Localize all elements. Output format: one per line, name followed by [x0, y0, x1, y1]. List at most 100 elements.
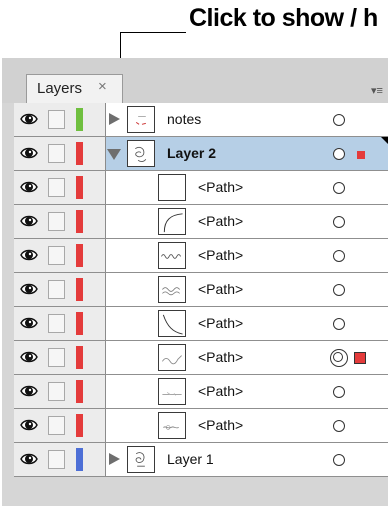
path-name[interactable]: <Path> [198, 417, 243, 433]
lock-toggle[interactable] [48, 348, 65, 367]
target-circle-icon[interactable] [333, 216, 345, 228]
layer-color-swatch [76, 414, 83, 437]
path-row[interactable]: <Path> [14, 409, 388, 443]
thumbnail-icon [158, 276, 186, 303]
lock-toggle[interactable] [48, 314, 65, 333]
row-toggle-column [14, 205, 106, 238]
path-name[interactable]: <Path> [198, 179, 243, 195]
layer-color-swatch [76, 244, 83, 267]
tab-label: Layers [37, 80, 83, 97]
path-row[interactable]: <Path> [14, 341, 388, 375]
row-toggle-column [14, 171, 106, 204]
thumbnail-icon [158, 208, 186, 235]
layer-row[interactable]: Layer 2 [14, 137, 388, 171]
eye-icon[interactable] [20, 282, 38, 296]
thumbnail-icon [158, 174, 186, 201]
layer-color-swatch [76, 210, 83, 233]
path-name[interactable]: <Path> [198, 281, 243, 297]
row-toggle-column [14, 103, 106, 136]
eye-icon[interactable] [20, 248, 38, 262]
thumbnail-icon [158, 378, 186, 405]
target-circle-icon[interactable] [333, 386, 345, 398]
panel-menu-icon[interactable]: ▾≡ [371, 84, 383, 97]
layer-color-swatch [76, 108, 83, 131]
layer-color-swatch [76, 346, 83, 369]
path-row[interactable]: <Path> [14, 375, 388, 409]
path-row[interactable]: <Path> [14, 171, 388, 205]
target-circle-icon[interactable] [333, 454, 345, 466]
eye-icon[interactable] [20, 384, 38, 398]
row-toggle-column [14, 137, 106, 170]
eye-icon[interactable] [20, 214, 38, 228]
selection-square-icon[interactable] [357, 151, 365, 159]
lock-toggle[interactable] [48, 280, 65, 299]
layer-color-swatch [76, 312, 83, 335]
path-name[interactable]: <Path> [198, 349, 243, 365]
layer-row[interactable]: Layer 1 [14, 443, 388, 477]
thumbnail-icon [158, 412, 186, 439]
target-circle-icon[interactable] [333, 318, 345, 330]
row-toggle-column [14, 239, 106, 272]
path-name[interactable]: <Path> [198, 315, 243, 331]
row-toggle-column [14, 443, 106, 476]
lock-toggle[interactable] [48, 144, 65, 163]
layer-color-swatch [76, 176, 83, 199]
layer-name[interactable]: Layer 1 [167, 451, 214, 467]
layer-color-swatch [76, 278, 83, 301]
layer-color-swatch [76, 448, 83, 471]
lock-toggle[interactable] [48, 212, 65, 231]
target-circle-icon[interactable] [330, 349, 348, 367]
eye-icon[interactable] [20, 112, 38, 126]
thumbnail-icon [127, 446, 155, 473]
target-circle-icon[interactable] [333, 250, 345, 262]
lock-toggle[interactable] [48, 246, 65, 265]
eye-icon[interactable] [20, 180, 38, 194]
path-row[interactable]: <Path> [14, 273, 388, 307]
row-toggle-column [14, 273, 106, 306]
layer-name[interactable]: Layer 2 [167, 145, 216, 161]
lock-toggle[interactable] [48, 382, 65, 401]
thumbnail-icon [158, 310, 186, 337]
target-circle-icon[interactable] [333, 182, 345, 194]
thumbnail-icon [127, 106, 155, 133]
thumbnail-icon [158, 344, 186, 371]
lock-toggle[interactable] [48, 178, 65, 197]
layer-name[interactable]: notes [167, 111, 201, 127]
current-layer-corner-icon [381, 137, 388, 144]
row-toggle-column [14, 409, 106, 442]
target-circle-icon[interactable] [333, 420, 345, 432]
path-row[interactable]: <Path> [14, 307, 388, 341]
thumbnail-icon [158, 242, 186, 269]
callout-leader-line [120, 32, 186, 33]
path-name[interactable]: <Path> [198, 213, 243, 229]
row-divider [14, 476, 388, 477]
layers-panel: Layers × ▾≡ notes Layer 2 <Path> <Path> <Pat… [2, 58, 388, 506]
target-circle-icon[interactable] [333, 284, 345, 296]
lock-toggle[interactable] [48, 110, 65, 129]
layer-color-swatch [76, 380, 83, 403]
eye-icon[interactable] [20, 418, 38, 432]
panel-tab-bar: Layers × ▾≡ [2, 58, 388, 103]
path-name[interactable]: <Path> [198, 247, 243, 263]
row-toggle-column [14, 341, 106, 374]
selection-square-icon[interactable] [354, 352, 366, 364]
layer-row[interactable]: notes [14, 103, 388, 137]
lock-toggle[interactable] [48, 450, 65, 469]
target-circle-icon[interactable] [333, 148, 345, 160]
row-toggle-column [14, 307, 106, 340]
tab-layers[interactable]: Layers × [26, 74, 123, 103]
thumbnail-icon [127, 140, 155, 167]
collapse-triangle-icon[interactable] [107, 149, 121, 160]
eye-icon[interactable] [20, 452, 38, 466]
path-row[interactable]: <Path> [14, 239, 388, 273]
eye-icon[interactable] [20, 316, 38, 330]
eye-icon[interactable] [20, 146, 38, 160]
expand-triangle-icon[interactable] [109, 113, 120, 125]
path-name[interactable]: <Path> [198, 383, 243, 399]
expand-triangle-icon[interactable] [109, 453, 120, 465]
lock-toggle[interactable] [48, 416, 65, 435]
path-row[interactable]: <Path> [14, 205, 388, 239]
eye-icon[interactable] [20, 350, 38, 364]
target-circle-icon[interactable] [333, 114, 345, 126]
close-icon[interactable]: × [98, 78, 107, 95]
